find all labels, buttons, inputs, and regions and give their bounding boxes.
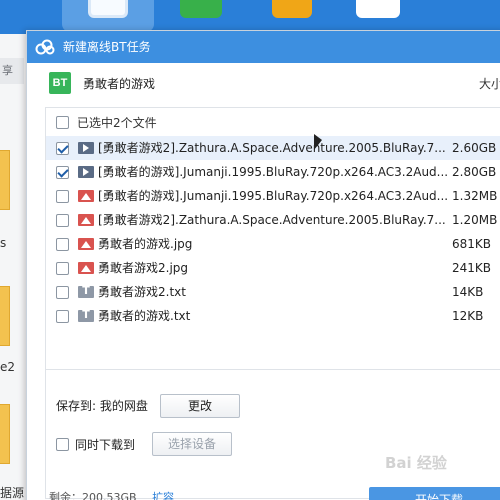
file-row[interactable]: 勇敢者游戏2.jpg 241KB (46, 256, 500, 280)
start-download-button[interactable]: 开始下载 (369, 487, 500, 500)
save-options-panel: 保存到: 我的网盘 更改 同时下载到 选择设备 (45, 369, 500, 499)
background-white-icon[interactable] (356, 0, 400, 18)
file-name: [勇敢者游戏2].Zathura.A.Space.Adventure.2005.… (98, 141, 446, 155)
file-row[interactable]: [勇敢者游戏2].Zathura.A.Space.Adventure.2005.… (46, 136, 500, 160)
sync-download-row[interactable]: 同时下载到 (56, 436, 135, 453)
background-folder-icon[interactable] (0, 404, 10, 464)
watermark: Bai 经验 (385, 454, 447, 472)
image-file-icon (78, 262, 94, 274)
file-name: 勇敢者游戏2.txt (98, 285, 186, 299)
file-name: [勇敢者游戏2].Zathura.A.Space.Adventure.2005.… (98, 213, 446, 227)
file-row[interactable]: 勇敢者的游戏.jpg 681KB (46, 232, 500, 256)
task-name: 勇敢者的游戏 (83, 77, 156, 91)
background-fragment: 据源 (0, 486, 25, 500)
file-name: [勇敢者的游戏].Jumanji.1995.BluRay.720p.x264.A… (98, 165, 448, 179)
file-checkbox[interactable] (56, 142, 69, 155)
file-checkbox[interactable] (56, 190, 69, 203)
select-all-label: 已选中2个文件 (77, 115, 157, 130)
file-name: 勇敢者游戏2.jpg (98, 261, 189, 275)
background-fragment: e2 (0, 360, 16, 374)
background-folder-icon[interactable] (0, 286, 10, 346)
file-checkbox[interactable] (56, 310, 69, 323)
change-location-button[interactable]: 更改 (160, 394, 240, 418)
file-size: 1.32MB (452, 189, 498, 203)
file-row[interactable]: 勇敢者游戏2.txt 14KB (46, 280, 500, 304)
file-name: [勇敢者的游戏].Jumanji.1995.BluRay.720p.x264.A… (98, 189, 448, 203)
sync-download-checkbox[interactable] (56, 438, 69, 451)
file-name: 勇敢者的游戏.txt (98, 309, 191, 323)
expand-storage-link[interactable]: 扩容 (152, 491, 174, 500)
text-file-icon (78, 308, 94, 322)
background-window-icon[interactable] (88, 0, 128, 18)
file-checkbox[interactable] (56, 286, 69, 299)
background-share-tab[interactable]: 享 (0, 58, 24, 84)
file-size: 12KB (452, 309, 484, 323)
select-all-checkbox[interactable] (56, 115, 69, 129)
choose-device-button[interactable]: 选择设备 (152, 432, 232, 456)
image-file-icon (78, 214, 94, 226)
sync-download-label: 同时下载到 (75, 438, 136, 452)
mouse-cursor-icon (314, 134, 322, 150)
text-file-icon (78, 284, 94, 298)
file-size: 1.20MB (452, 213, 498, 227)
footer-storage: 剩余：200.53GB 扩容 (49, 489, 174, 500)
select-all-row[interactable]: 已选中2个文件 (56, 114, 157, 130)
cloud-icon (35, 39, 55, 55)
file-name: 勇敢者的游戏.jpg (98, 237, 193, 251)
file-size: 2.80GB (452, 165, 497, 179)
background-fragment: s (0, 236, 7, 250)
size-column-header: 大小 (479, 77, 500, 91)
file-checkbox[interactable] (56, 238, 69, 251)
video-file-icon (78, 142, 94, 154)
bt-icon: BT (49, 72, 71, 94)
file-row[interactable]: [勇敢者的游戏].Jumanji.1995.BluRay.720p.x264.A… (46, 184, 500, 208)
image-file-icon (78, 238, 94, 250)
background-folder-icon[interactable] (0, 150, 10, 210)
image-file-icon (78, 190, 94, 202)
file-size: 681KB (452, 237, 492, 251)
file-size: 241KB (452, 261, 492, 275)
file-row[interactable]: [勇敢者游戏2].Zathura.A.Space.Adventure.2005.… (46, 208, 500, 232)
file-checkbox[interactable] (56, 262, 69, 275)
background-orange-icon[interactable] (272, 0, 312, 18)
file-row[interactable]: 勇敢者的游戏.txt 12KB (46, 304, 500, 328)
file-rows: [勇敢者游戏2].Zathura.A.Space.Adventure.2005.… (46, 136, 500, 328)
file-size: 14KB (452, 285, 484, 299)
new-bt-task-dialog: 新建离线BT任务 BT 勇敢者的游戏 大小 已选中2个文件 [勇敢者游戏2].Z… (26, 30, 500, 500)
background-green-icon[interactable] (180, 0, 222, 18)
file-list: 已选中2个文件 [勇敢者游戏2].Zathura.A.Space.Adventu… (45, 107, 500, 387)
save-to-label: 保存到: 我的网盘 (56, 399, 148, 413)
file-row[interactable]: [勇敢者的游戏].Jumanji.1995.BluRay.720p.x264.A… (46, 160, 500, 184)
file-size: 2.60GB (452, 141, 497, 155)
file-checkbox[interactable] (56, 166, 69, 179)
dialog-title-bar[interactable]: 新建离线BT任务 (27, 31, 500, 63)
remaining-space: 剩余：200.53GB (49, 491, 137, 500)
video-file-icon (78, 166, 94, 178)
file-checkbox[interactable] (56, 214, 69, 227)
dialog-title: 新建离线BT任务 (63, 40, 151, 54)
